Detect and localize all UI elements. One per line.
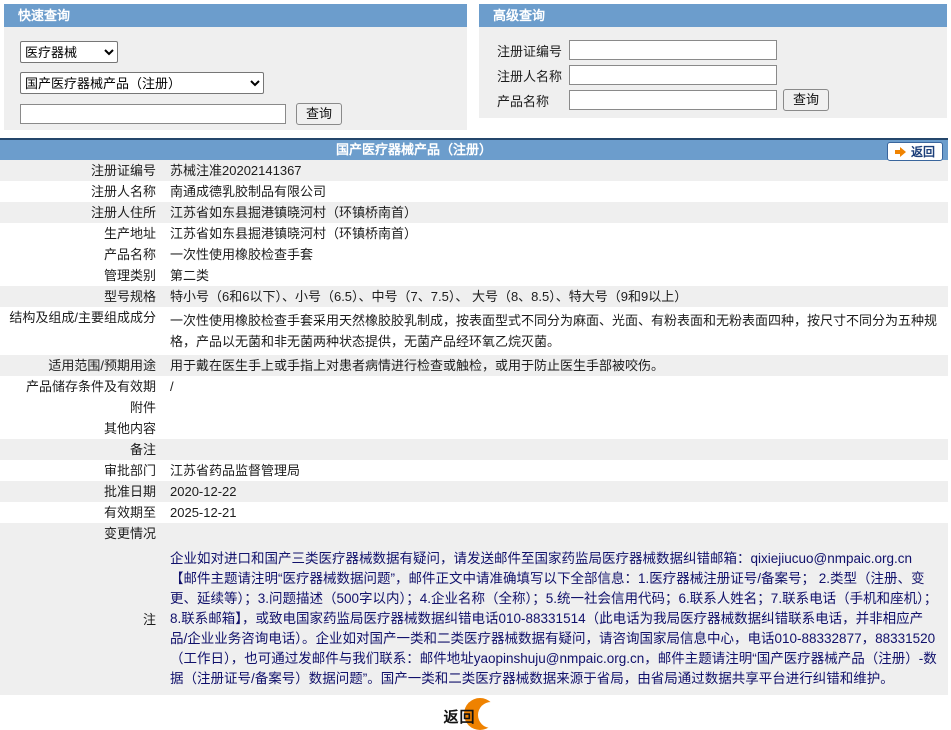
row-label: 适用范围/预期用途 (0, 355, 164, 376)
row-label: 产品储存条件及有效期 (0, 376, 164, 397)
registrant-name-input[interactable] (569, 65, 777, 85)
detail-header: 国产医疗器械产品（注册） 返回 (0, 138, 948, 160)
category-select[interactable]: 医疗器械 (20, 41, 118, 63)
table-row: 生产地址江苏省如东县掘港镇晓河村（环镇桥南首） (0, 223, 948, 244)
row-label: 注册人住所 (0, 202, 164, 223)
row-label: 有效期至 (0, 502, 164, 523)
detail-table: 注册证编号苏械注准20202141367注册人名称南通成德乳胶制品有限公司注册人… (0, 160, 948, 695)
quick-search-button[interactable]: 查询 (296, 103, 342, 125)
table-row: 注册人名称南通成德乳胶制品有限公司 (0, 181, 948, 202)
table-row: 变更情况 (0, 523, 948, 544)
table-row: 型号规格特小号（6和6以下）、小号（6.5）、中号（7、7.5）、 大号（8、8… (0, 286, 948, 307)
table-row: 产品名称一次性使用橡胶检查手套 (0, 244, 948, 265)
table-row: 有效期至2025-12-21 (0, 502, 948, 523)
row-value: 特小号（6和6以下）、小号（6.5）、中号（7、7.5）、 大号（8、8.5）、… (164, 286, 948, 307)
row-value: 江苏省药品监督管理局 (164, 460, 948, 481)
row-value: 第二类 (164, 265, 948, 286)
row-value: 江苏省如东县掘港镇晓河村（环镇桥南首） (164, 223, 948, 244)
table-row: 附件 (0, 397, 948, 418)
back-arrow-icon (895, 147, 906, 157)
row-value: 企业如对进口和国产三类医疗器械数据有疑问，请发送邮件至国家药监局医疗器械数据纠错… (164, 544, 948, 695)
table-row: 批准日期2020-12-22 (0, 481, 948, 502)
row-label: 注册证编号 (0, 160, 164, 181)
row-label: 注 (0, 609, 164, 630)
row-label: 附件 (0, 397, 164, 418)
row-value: 2025-12-21 (164, 502, 948, 523)
row-label: 备注 (0, 439, 164, 460)
row-label: 型号规格 (0, 286, 164, 307)
table-row: 审批部门江苏省药品监督管理局 (0, 460, 948, 481)
row-value (164, 439, 948, 460)
row-value: 一次性使用橡胶检查手套采用天然橡胶胶乳制成，按表面型式不同分为麻面、光面、有粉表… (164, 307, 948, 355)
bottom-back-button[interactable]: 返回 (444, 698, 508, 730)
table-row: 其他内容 (0, 418, 948, 439)
table-row: 结构及组成/主要组成成分一次性使用橡胶检查手套采用天然橡胶胶乳制成，按表面型式不… (0, 307, 948, 355)
registration-no-input[interactable] (569, 40, 777, 60)
product-name-input[interactable] (569, 90, 777, 110)
quick-query-panel: 快速查询 医疗器械 国产医疗器械产品（注册） 查询 (4, 4, 467, 130)
table-row: 注册人住所江苏省如东县掘港镇晓河村（环镇桥南首） (0, 202, 948, 223)
row-value: 2020-12-22 (164, 481, 948, 502)
table-row: 备注 (0, 439, 948, 460)
advanced-search-button[interactable]: 查询 (783, 89, 829, 111)
row-value: 用于戴在医生手上或手指上对患者病情进行检查或触检，或用于防止医生手部被咬伤。 (164, 355, 948, 376)
row-label: 管理类别 (0, 265, 164, 286)
row-value: 南通成德乳胶制品有限公司 (164, 181, 948, 202)
row-label: 产品名称 (0, 244, 164, 265)
row-value (164, 523, 948, 544)
row-value (164, 418, 948, 439)
back-button[interactable]: 返回 (887, 142, 943, 161)
quick-keyword-input[interactable] (20, 104, 286, 124)
advanced-query-title: 高级查询 (479, 4, 947, 27)
table-row: 管理类别第二类 (0, 265, 948, 286)
back-button-label: 返回 (911, 142, 935, 162)
row-label: 注册人名称 (0, 181, 164, 202)
record-type-select[interactable]: 国产医疗器械产品（注册） (20, 72, 264, 94)
row-label: 变更情况 (0, 523, 164, 544)
table-row: 注册证编号苏械注准20202141367 (0, 160, 948, 181)
row-label: 结构及组成/主要组成成分 (0, 307, 164, 355)
page-title: 国产医疗器械产品（注册） (0, 140, 828, 160)
row-label: 审批部门 (0, 460, 164, 481)
bottom-back-area: 返回 (0, 695, 951, 730)
detail-section: 国产医疗器械产品（注册） 返回 注册证编号苏械注准20202141367注册人名… (0, 138, 948, 695)
back-circle-icon-inner (478, 702, 504, 728)
bottom-back-label: 返回 (444, 706, 476, 727)
row-value: / (164, 376, 948, 397)
table-row: 适用范围/预期用途用于戴在医生手上或手指上对患者病情进行检查或触检，或用于防止医… (0, 355, 948, 376)
row-value: 苏械注准20202141367 (164, 160, 948, 181)
row-label: 其他内容 (0, 418, 164, 439)
product-name-label: 产品名称 (497, 91, 569, 110)
quick-query-title: 快速查询 (4, 4, 467, 27)
row-value (164, 397, 948, 418)
advanced-query-panel: 高级查询 注册证编号 注册人名称 产品名称 查询 (479, 4, 947, 118)
table-row: 产品储存条件及有效期/ (0, 376, 948, 397)
registration-no-label: 注册证编号 (497, 41, 569, 60)
table-row: 注企业如对进口和国产三类医疗器械数据有疑问，请发送邮件至国家药监局医疗器械数据纠… (0, 544, 948, 695)
row-label: 批准日期 (0, 481, 164, 502)
query-section: 快速查询 医疗器械 国产医疗器械产品（注册） 查询 高级查询 注册证编号 (0, 0, 951, 138)
row-label: 生产地址 (0, 223, 164, 244)
row-value: 一次性使用橡胶检查手套 (164, 244, 948, 265)
row-value: 江苏省如东县掘港镇晓河村（环镇桥南首） (164, 202, 948, 223)
registrant-name-label: 注册人名称 (497, 66, 569, 85)
